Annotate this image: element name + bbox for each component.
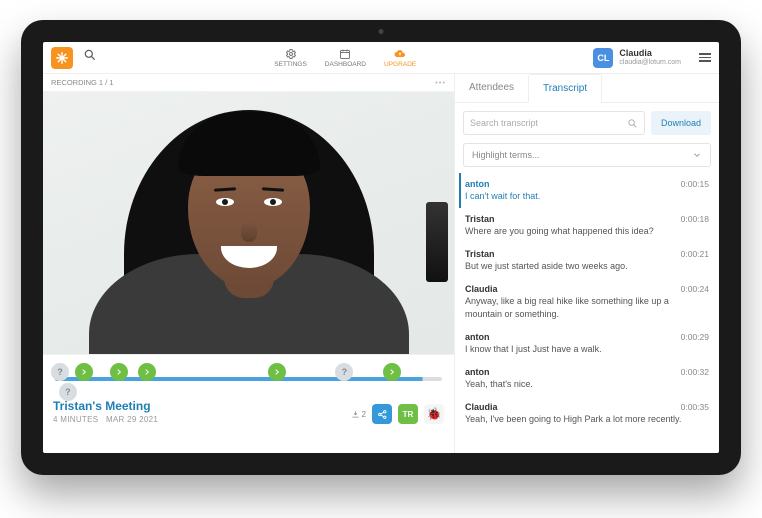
device-frame: SETTINGS DASHBOARD UPGRADE CL Claudia cl… <box>21 20 741 475</box>
download-small-icon <box>351 410 360 419</box>
recording-more-icon[interactable]: ••• <box>435 78 446 87</box>
nav-upgrade[interactable]: UPGRADE <box>384 48 416 68</box>
nav-settings-label: SETTINGS <box>274 61 307 68</box>
entry-text: I know that I just Just have a walk. <box>465 343 709 355</box>
fireflies-icon: 🐞 <box>427 407 442 421</box>
tab-transcript[interactable]: Transcript <box>528 74 602 103</box>
transcript-entry[interactable]: anton 0:00:29I know that I just Just have… <box>463 326 715 361</box>
timeline-marker-question[interactable]: ? <box>59 383 77 401</box>
tr-button[interactable]: TR <box>398 404 418 424</box>
user-block[interactable]: CL Claudia claudia@lotum.com <box>593 48 681 68</box>
entry-timestamp[interactable]: 0:00:18 <box>681 214 709 224</box>
entry-timestamp[interactable]: 0:00:32 <box>681 367 709 377</box>
entry-timestamp[interactable]: 0:00:24 <box>681 284 709 294</box>
transcript-entry[interactable]: anton 0:00:32Yeah, that's nice. <box>463 361 715 396</box>
share-button[interactable] <box>372 404 392 424</box>
left-panel: RECORDING 1 / 1 ••• <box>43 74 455 453</box>
transcript-search-row: Download <box>455 103 719 143</box>
transcript-entry[interactable]: anton 0:00:15I can't wait for that. <box>459 173 715 208</box>
entry-speaker: anton <box>465 367 490 377</box>
timeline-marker-highlight[interactable] <box>138 363 156 381</box>
meeting-info-bar: Tristan's Meeting 4 MINUTES MAR 29 2021 … <box>43 391 454 434</box>
nav-center: SETTINGS DASHBOARD UPGRADE <box>274 48 416 68</box>
entry-text: Anyway, like a big real hike like someth… <box>465 295 709 319</box>
integration-button[interactable]: 🐞 <box>424 404 444 424</box>
transcript-list[interactable]: anton 0:00:15I can't wait for that. Trista… <box>455 173 719 453</box>
meeting-date: MAR 29 2021 <box>106 415 158 424</box>
app-screen: SETTINGS DASHBOARD UPGRADE CL Claudia cl… <box>43 42 719 453</box>
entry-timestamp[interactable]: 0:00:35 <box>681 402 709 412</box>
transcript-entry[interactable]: Claudia 0:00:24Anyway, like a big real hi… <box>463 278 715 325</box>
chevron-down-icon <box>692 150 702 160</box>
timeline-marker-highlight[interactable] <box>383 363 401 381</box>
meeting-title[interactable]: Tristan's Meeting <box>53 399 158 413</box>
highlight-placeholder: Highlight terms... <box>472 150 540 160</box>
logo-asterisk-icon <box>55 51 69 65</box>
timeline-marker-highlight[interactable] <box>75 363 93 381</box>
entry-timestamp[interactable]: 0:00:15 <box>681 179 709 189</box>
attendee-count: 2 <box>351 410 366 419</box>
transcript-entry[interactable]: Tristan 0:00:18Where are you going what h… <box>463 208 715 243</box>
search-icon[interactable] <box>83 48 97 67</box>
tab-attendees[interactable]: Attendees <box>455 74 528 102</box>
timeline: ??? <box>43 354 454 391</box>
camera-dot <box>379 29 384 34</box>
user-text: Claudia claudia@lotum.com <box>619 49 681 67</box>
entry-speaker: Claudia <box>465 284 498 294</box>
entry-speaker: Tristan <box>465 214 495 224</box>
recording-bar: RECORDING 1 / 1 ••• <box>43 74 454 92</box>
search-transcript-input[interactable] <box>470 118 627 128</box>
entry-timestamp[interactable]: 0:00:21 <box>681 249 709 259</box>
entry-speaker: anton <box>465 179 490 189</box>
tabs: Attendees Transcript <box>455 74 719 103</box>
search-small-icon <box>627 118 638 129</box>
timeline-marker-question[interactable]: ? <box>51 363 69 381</box>
transcript-entry[interactable]: Claudia 0:00:35Yeah, I've been going to H… <box>463 396 715 431</box>
entry-text: Yeah, that's nice. <box>465 378 709 390</box>
entry-timestamp[interactable]: 0:00:29 <box>681 332 709 342</box>
nav-dashboard[interactable]: DASHBOARD <box>325 48 366 68</box>
entry-text: Yeah, I've been going to High Park a lot… <box>465 413 709 425</box>
transcript-entry[interactable]: Tristan 0:00:21But we just started aside … <box>463 243 715 278</box>
timeline-track[interactable]: ??? <box>51 363 446 387</box>
gear-icon <box>285 48 297 60</box>
user-email: claudia@lotum.com <box>619 59 681 67</box>
top-bar: SETTINGS DASHBOARD UPGRADE CL Claudia cl… <box>43 42 719 74</box>
meeting-meta: 4 MINUTES MAR 29 2021 <box>53 415 158 424</box>
video-area[interactable] <box>43 92 454 354</box>
entry-speaker: anton <box>465 332 490 342</box>
search-transcript-box[interactable] <box>463 111 645 135</box>
entry-text: But we just started aside two weeks ago. <box>465 260 709 272</box>
entry-text: I can't wait for that. <box>465 190 709 202</box>
menu-icon[interactable] <box>699 53 711 62</box>
nav-dashboard-label: DASHBOARD <box>325 61 366 68</box>
calendar-icon <box>339 48 351 60</box>
entry-speaker: Claudia <box>465 402 498 412</box>
highlight-terms-select[interactable]: Highlight terms... <box>463 143 711 167</box>
user-name: Claudia <box>619 49 681 59</box>
meeting-duration: 4 MINUTES <box>53 415 98 424</box>
entry-text: Where are you going what happened this i… <box>465 225 709 237</box>
right-panel: Attendees Transcript Download Highlight … <box>455 74 719 453</box>
cloud-upload-icon <box>394 48 406 60</box>
recording-label: RECORDING 1 / 1 <box>51 78 114 87</box>
download-button[interactable]: Download <box>651 111 711 135</box>
nav-settings[interactable]: SETTINGS <box>274 48 307 68</box>
share-icon <box>377 409 388 420</box>
body: RECORDING 1 / 1 ••• <box>43 74 719 453</box>
background-equipment <box>426 202 448 282</box>
app-logo[interactable] <box>51 47 73 69</box>
entry-speaker: Tristan <box>465 249 495 259</box>
avatar: CL <box>593 48 613 68</box>
nav-upgrade-label: UPGRADE <box>384 61 416 68</box>
